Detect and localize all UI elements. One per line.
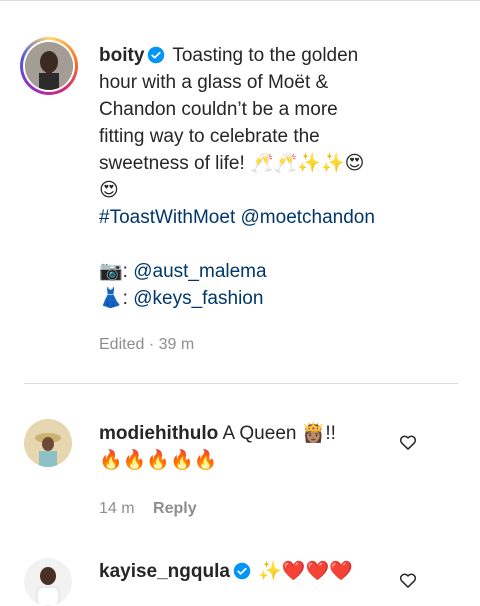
- comment-text-suffix: !!: [325, 423, 336, 444]
- hashtag-link[interactable]: #ToastWithMoet: [99, 207, 235, 228]
- avatar-image: [24, 419, 72, 467]
- comment-text: A Queen: [222, 423, 297, 444]
- commenter-avatar[interactable]: [24, 558, 72, 606]
- heart-outline-icon[interactable]: [398, 570, 418, 590]
- post-author-avatar[interactable]: [20, 37, 78, 95]
- caption-emoji: 😍: [99, 179, 119, 201]
- comment-time: 14 m: [99, 500, 135, 517]
- caption-emoji: 🥂🥂✨✨😍: [250, 152, 365, 174]
- caption-line: Toasting to the golden: [172, 45, 359, 66]
- dress-credit-link[interactable]: @keys_fashion: [133, 288, 263, 309]
- verified-badge-icon: [233, 562, 251, 580]
- post-caption: boity Toasting to the golden hour with a…: [99, 42, 459, 312]
- comment-body: modiehithulo A Queen 👸🏽!! 🔥🔥🔥🔥🔥: [99, 420, 389, 474]
- verified-badge-icon: [148, 46, 165, 64]
- photo-credit-link[interactable]: @aust_malema: [133, 261, 266, 282]
- comment-meta: 14 m Reply: [99, 500, 197, 518]
- comment-body: kayise_ngqula ✨❤️❤️❤️: [99, 558, 389, 585]
- caption-line: fitting way to celebrate the: [99, 126, 320, 147]
- post-author-username[interactable]: boity: [99, 45, 144, 66]
- caption-line: sweetness of life!: [99, 153, 245, 174]
- comment-emoji-line: 🔥🔥🔥🔥🔥: [99, 449, 218, 471]
- section-divider: [24, 383, 458, 384]
- comment-emoji: 👸🏽: [301, 422, 326, 444]
- reply-button[interactable]: Reply: [153, 500, 197, 517]
- heart-outline-icon[interactable]: [398, 432, 418, 452]
- commenter-username[interactable]: modiehithulo: [99, 423, 218, 444]
- camera-icon: 📷: [99, 260, 123, 282]
- caption-line: hour with a glass of Moët &: [99, 72, 329, 93]
- dress-icon: 👗: [99, 287, 123, 309]
- caption-line: Chandon couldn’t be a more: [99, 99, 338, 120]
- comment-emoji: ✨❤️❤️❤️: [258, 560, 353, 582]
- edited-label: Edited: [99, 336, 145, 353]
- commenter-avatar[interactable]: [24, 419, 72, 467]
- post-meta: Edited · 39 m: [99, 336, 195, 353]
- avatar-image: [24, 558, 72, 606]
- mention-link[interactable]: @moetchandon: [241, 207, 375, 228]
- top-divider: [0, 0, 480, 1]
- commenter-username[interactable]: kayise_ngqula: [99, 561, 230, 582]
- avatar-image: [25, 42, 73, 90]
- post-time: 39 m: [158, 336, 195, 353]
